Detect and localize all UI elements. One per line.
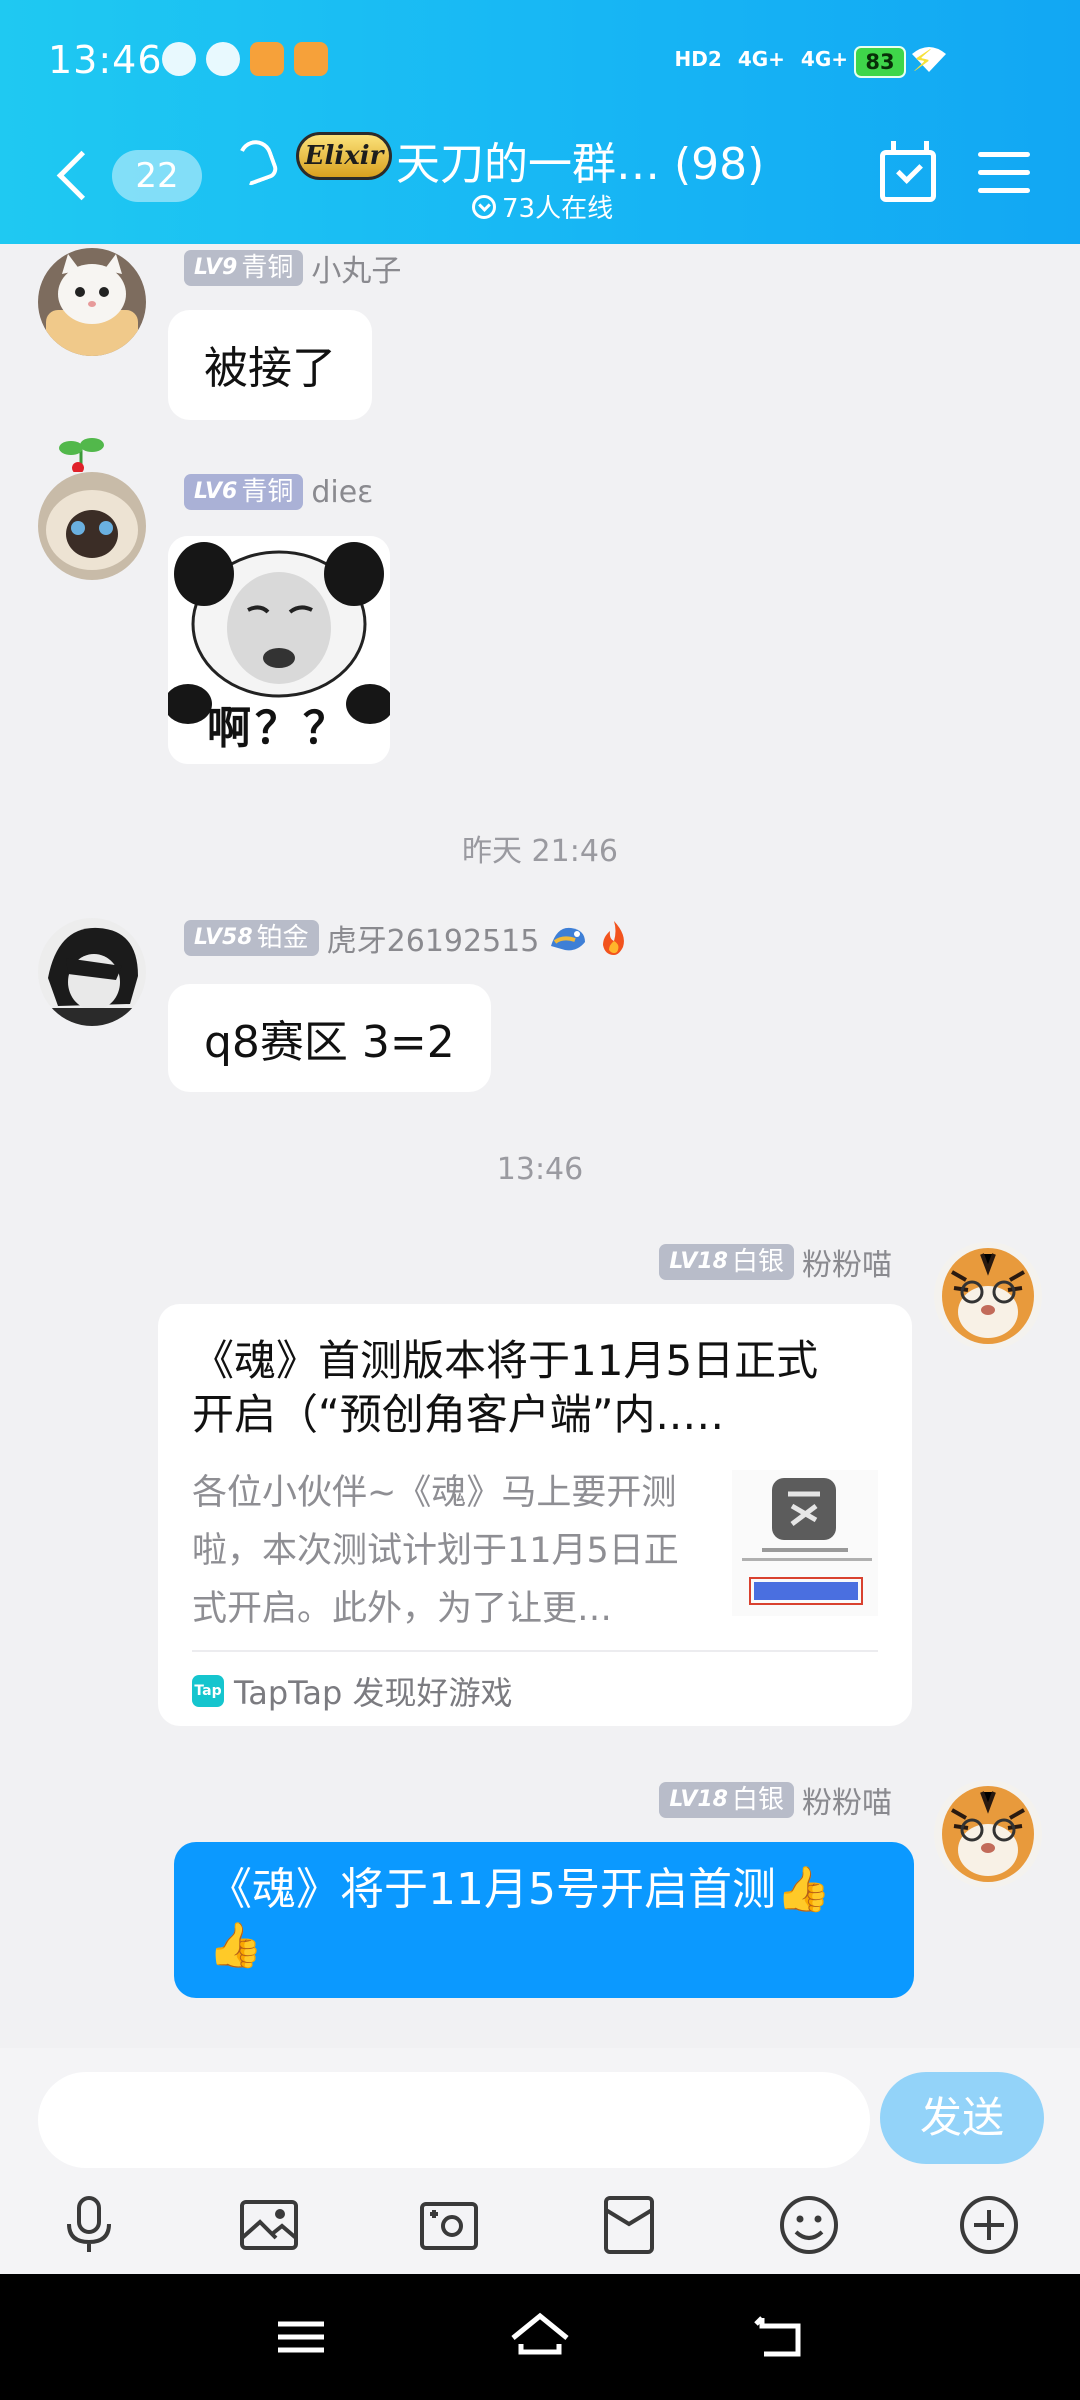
message-text-line: 👍	[208, 1920, 263, 1971]
browser-app-icon	[294, 42, 328, 76]
plus-circle-icon[interactable]	[956, 2192, 1022, 2258]
back-chevron-icon[interactable]	[52, 146, 92, 206]
card-source: Tap TapTap 发现好游戏	[192, 1668, 513, 1714]
message-meta: LV9 青铜 小丸子	[184, 250, 401, 289]
online-count[interactable]: 73人在线	[472, 188, 613, 225]
signal-4g-icon: 4G+	[800, 47, 848, 71]
sender-name[interactable]: 粉粉喵	[802, 1778, 892, 1822]
send-button[interactable]: 发送	[880, 2072, 1044, 2164]
tiger-avatar-image	[934, 1780, 1042, 1888]
level-badge: LV58 铂金	[184, 920, 319, 956]
hd-icon: HD2	[674, 47, 722, 71]
wechat-icon	[206, 42, 240, 76]
message-meta: LV58 铂金 虎牙26192515	[184, 920, 631, 959]
unread-count-badge[interactable]: 22	[112, 150, 202, 202]
calendar-check-icon[interactable]	[880, 141, 936, 202]
avatar[interactable]	[38, 918, 146, 1026]
charging-icon: ⚡	[912, 44, 934, 79]
menu-icon[interactable]	[978, 152, 1030, 194]
sticker-image[interactable]: 啊？？	[168, 536, 390, 764]
card-thumbnail-image	[732, 1470, 878, 1616]
card-description: 各位小伙伴~《魂》马上要开测 啦，本次测试计划于11月5日正 式开启。此外，为了…	[192, 1473, 679, 1629]
card-source-label: TapTap 发现好游戏	[234, 1674, 513, 1712]
system-nav-bar	[0, 2274, 1080, 2400]
card-title: 《魂》首测版本将于11月5日正式 开启（“预创角客户端”内..…	[192, 1336, 819, 1439]
sprout-icon	[59, 438, 104, 472]
taptap-icon: Tap	[192, 1675, 224, 1707]
level-badge: LV9 青铜	[184, 250, 304, 286]
image-icon[interactable]	[236, 2192, 302, 2258]
microphone-icon[interactable]	[56, 2192, 122, 2258]
message-input[interactable]	[38, 2072, 870, 2168]
chat-title[interactable]: 天刀的一群… (98)	[396, 128, 764, 192]
sticker-caption: 啊？？	[207, 703, 351, 754]
message-meta: LV18 白银 粉粉喵	[659, 1244, 892, 1283]
signal-indicators: HD2 4G+ 4G+	[673, 44, 948, 74]
input-area: 发送	[0, 2048, 1080, 2274]
sender-name[interactable]: 小丸子	[311, 246, 401, 290]
level-badge: LV18 白银	[659, 1244, 794, 1280]
tiger-avatar-image	[934, 1242, 1042, 1350]
emoji-icon[interactable]	[776, 2192, 842, 2258]
online-check-icon	[472, 194, 496, 219]
clock-app-icon	[162, 42, 196, 76]
level-badge: LV6 青铜	[184, 474, 304, 510]
red-packet-icon[interactable]	[596, 2192, 662, 2258]
avatar[interactable]	[934, 1242, 1042, 1350]
camera-icon[interactable]	[416, 2192, 482, 2258]
ear-icon[interactable]	[233, 135, 281, 187]
online-count-label: 73人在线	[502, 194, 614, 224]
avatar[interactable]	[38, 472, 146, 580]
group-tag-badge: Elixir	[296, 132, 392, 180]
game-app-icon	[250, 42, 284, 76]
card-divider	[192, 1650, 878, 1652]
timestamp: 昨天 21:46	[462, 834, 618, 869]
status-bar: 13:46 HD2 4G+ 4G+ 83 ⚡	[0, 0, 1080, 120]
home-icon[interactable]	[505, 2304, 575, 2370]
sender-name[interactable]: 粉粉喵	[802, 1240, 892, 1284]
message-meta: LV18 白银 粉粉喵	[659, 1782, 892, 1821]
recent-apps-icon[interactable]	[266, 2304, 336, 2370]
chat-header: 13:46 HD2 4G+ 4G+ 83 ⚡ 22 Elixir 天刀的一群… …	[0, 0, 1080, 244]
shared-link-card[interactable]: 《魂》首测版本将于11月5日正式 开启（“预创角客户端”内..… 各位小伙伴~《…	[158, 1304, 912, 1726]
dragon-icon	[551, 927, 586, 951]
status-time: 13:46	[48, 38, 163, 82]
input-toolbar	[0, 2182, 1080, 2272]
fire-icon	[603, 921, 625, 955]
level-badge: LV18 白银	[659, 1782, 794, 1818]
battery-icon: 83	[854, 46, 906, 78]
notification-icons	[162, 42, 328, 76]
sender-name[interactable]: dieɛ	[311, 475, 373, 510]
message-bubble[interactable]: 被接了	[168, 310, 372, 420]
message-text-line: 《魂》将于11月5号开启首测👍	[208, 1864, 831, 1915]
back-icon[interactable]	[744, 2304, 814, 2370]
message-bubble[interactable]: q8赛区 3=2	[168, 984, 491, 1092]
message-meta: LV6 青铜 dieɛ	[184, 474, 373, 510]
avatar[interactable]	[38, 248, 146, 356]
sender-name[interactable]: 虎牙26192515	[327, 916, 540, 960]
signal-4g-icon: 4G+	[737, 47, 785, 71]
avatar[interactable]	[934, 1780, 1042, 1888]
timestamp: 13:46	[496, 1152, 584, 1187]
self-message-bubble[interactable]: 《魂》将于11月5号开启首测👍 👍	[174, 1842, 914, 1998]
